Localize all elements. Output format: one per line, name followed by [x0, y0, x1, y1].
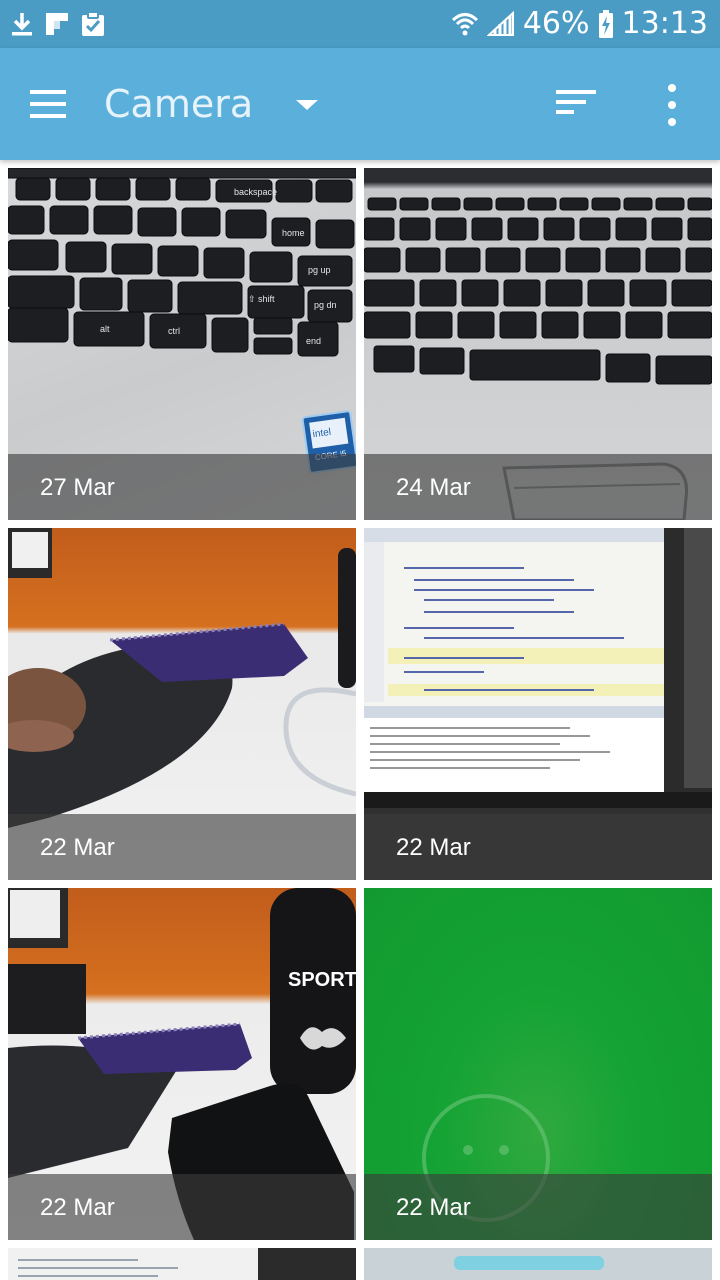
photo-caption: 22 Mar	[364, 814, 712, 880]
album-title: Camera	[104, 82, 254, 126]
photo-date: 24 Mar	[396, 474, 471, 501]
photo-tile-5[interactable]: SPORT 22 Mar	[8, 888, 356, 1240]
sort-icon[interactable]	[556, 88, 596, 120]
status-bar-left	[10, 8, 106, 40]
photo-date: 27 Mar	[40, 474, 115, 501]
signal-icon	[486, 11, 514, 36]
clipboard-check-icon	[82, 11, 104, 36]
menu-icon[interactable]	[30, 90, 66, 118]
photo-tile-2[interactable]: 24 Mar	[364, 168, 712, 520]
photo-tile-8[interactable]	[364, 1248, 712, 1280]
photo-tile-1[interactable]: backspace home pg up ⇧ shift pg dn alt c…	[8, 168, 356, 520]
photo-caption: 27 Mar	[8, 454, 356, 520]
key-label-alt: alt	[100, 324, 110, 334]
photo-partial-right	[364, 1248, 712, 1280]
key-label-home: home	[282, 228, 305, 238]
photo-caption: 22 Mar	[8, 1174, 356, 1240]
key-label-pgdn: pg dn	[314, 300, 337, 310]
photo-caption: 22 Mar	[364, 1174, 712, 1240]
bottle-label: SPORT	[288, 969, 356, 991]
key-label-backspace: backspace	[234, 187, 277, 197]
dropdown-caret-icon[interactable]	[296, 100, 318, 110]
photo-tile-7[interactable]	[8, 1248, 356, 1280]
download-icon	[12, 13, 32, 36]
status-bar-right: 46% 13:13	[451, 6, 708, 42]
photo-caption: 24 Mar	[364, 454, 712, 520]
wifi-icon	[451, 13, 478, 36]
flipboard-icon	[46, 13, 68, 35]
album-selector[interactable]: Camera	[104, 78, 253, 130]
photo-partial-left	[8, 1248, 356, 1280]
app-bar: Camera	[0, 48, 720, 160]
battery-percentage: 46%	[522, 6, 590, 41]
key-label-shift: ⇧ shift	[248, 294, 275, 304]
key-label-end: end	[306, 336, 321, 346]
status-time: 13:13	[621, 6, 708, 41]
photo-date: 22 Mar	[40, 1194, 115, 1221]
status-bar: 46% 13:13	[0, 0, 720, 48]
battery-charging-icon	[598, 10, 613, 38]
more-vert-icon[interactable]	[662, 84, 682, 126]
photo-tile-4[interactable]: 22 Mar	[364, 528, 712, 880]
photo-date: 22 Mar	[396, 834, 471, 861]
photo-tile-6[interactable]: 22 Mar	[364, 888, 712, 1240]
photo-date: 22 Mar	[40, 834, 115, 861]
key-label-ctrl: ctrl	[168, 326, 180, 336]
photo-tile-3[interactable]: 22 Mar	[8, 528, 356, 880]
photo-date: 22 Mar	[396, 1194, 471, 1221]
photo-caption: 22 Mar	[8, 814, 356, 880]
key-label-pgup: pg up	[308, 265, 331, 275]
